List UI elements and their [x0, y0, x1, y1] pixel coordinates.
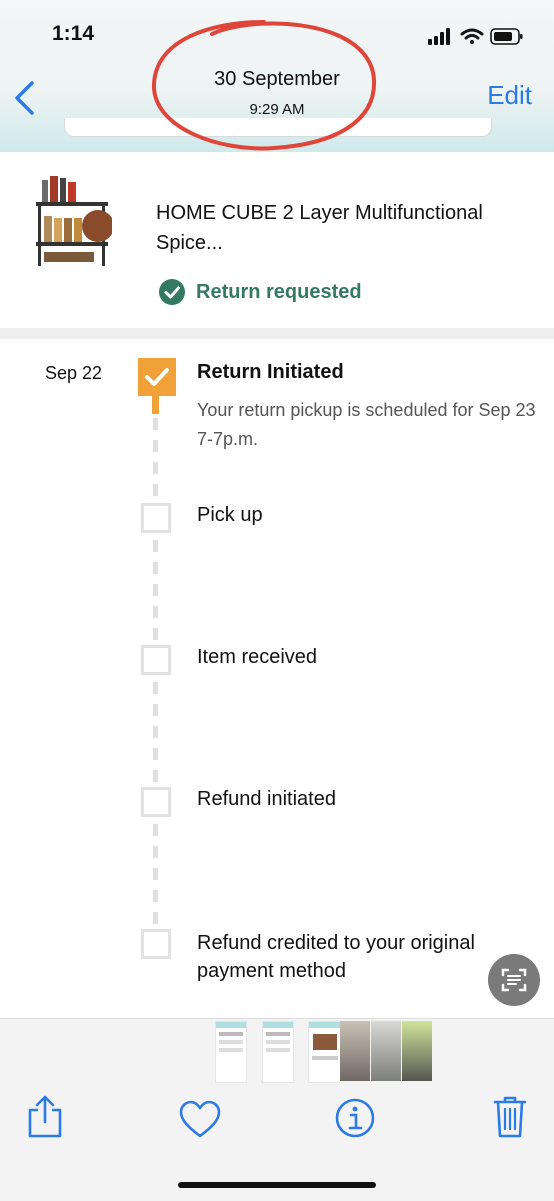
edit-button[interactable]: Edit: [487, 80, 532, 111]
timeline-connector: [153, 824, 158, 926]
share-icon[interactable]: [26, 1094, 64, 1140]
thumbnail[interactable]: [402, 1021, 432, 1081]
step-checkbox: [141, 787, 171, 817]
step-checkbox-checked: [138, 358, 176, 396]
step-title: Pick up: [197, 504, 263, 526]
info-icon[interactable]: [334, 1097, 376, 1139]
thumbnail[interactable]: [262, 1021, 294, 1083]
section-divider: [0, 328, 554, 339]
check-circle-icon: [159, 279, 185, 305]
step-checkbox: [141, 503, 171, 533]
wifi-icon: [460, 28, 484, 44]
thumbnail[interactable]: [371, 1021, 401, 1081]
step-title: Item received: [197, 646, 318, 668]
thumbnail[interactable]: [215, 1021, 247, 1083]
step-description: Your return pickup is scheduled for Sep …: [197, 400, 536, 449]
product-image: [36, 176, 112, 266]
signal-icon: [428, 28, 450, 45]
step-title: Return Initiated: [197, 361, 344, 383]
timeline-connector: [153, 418, 158, 500]
return-status-label: Return requested: [196, 280, 362, 303]
back-chevron-icon[interactable]: [12, 80, 36, 116]
red-annotation-circle: [151, 20, 377, 151]
product-name[interactable]: HOME CUBE 2 Layer Multifunctional Spice.…: [156, 198, 536, 258]
product-card[interactable]: HOME CUBE 2 Layer Multifunctional Spice.…: [0, 152, 554, 328]
checkmark-icon: [145, 368, 169, 386]
step-title: Refund credited to your original payment…: [197, 932, 475, 982]
live-text-button[interactable]: [488, 954, 540, 1006]
heart-icon[interactable]: [178, 1100, 222, 1140]
progress-connector: [152, 396, 159, 414]
status-icons: [428, 28, 523, 45]
timeline-connector: [153, 540, 158, 642]
step-title: Refund initiated: [197, 788, 336, 810]
home-indicator: [178, 1182, 376, 1188]
step-checkbox: [141, 929, 171, 959]
status-time: 1:14: [52, 22, 95, 45]
trash-icon[interactable]: [492, 1094, 528, 1140]
timeline-date: Sep 22: [45, 363, 103, 383]
thumbnail[interactable]: [340, 1021, 370, 1081]
live-text-icon: [501, 968, 527, 992]
battery-icon: [490, 28, 523, 45]
thumbnail[interactable]: [308, 1021, 342, 1083]
step-checkbox: [141, 645, 171, 675]
return-status: Return requested: [158, 278, 362, 306]
timeline-connector: [153, 682, 158, 784]
